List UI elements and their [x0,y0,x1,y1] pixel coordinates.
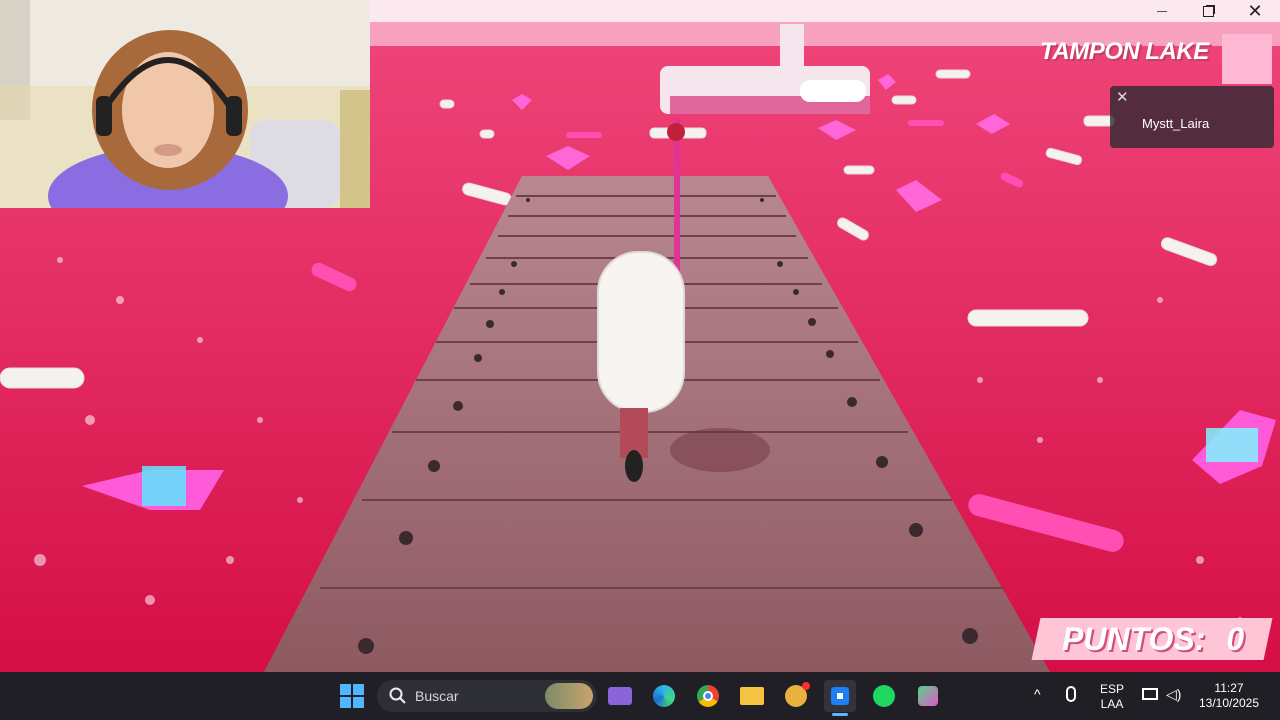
webcam-overlay [0,0,370,208]
volume-icon[interactable]: ◁) [1166,686,1181,703]
score-value: 0 [1226,621,1245,657]
start-button[interactable] [336,680,368,712]
webcam-feed [0,0,370,208]
app-grid-icon [918,686,938,706]
taskbar-search[interactable]: Buscar [377,680,597,712]
taskbar [0,672,1280,720]
clock-time: 11:27 [1214,681,1244,695]
windows-icon [340,684,364,708]
clock[interactable]: 11:27 13/10/2025 [1194,681,1264,711]
search-placeholder: Buscar [415,688,459,704]
microphone-icon[interactable] [1066,686,1076,702]
network-icon[interactable] [1142,688,1158,700]
player-notification: ✕ Mystt_Laira [1110,86,1274,148]
minimize-button[interactable] [1139,0,1185,22]
search-icon [389,687,406,704]
score-label: PUNTOS: [1062,621,1206,657]
score-display: PUNTOS: 0 [1062,618,1244,660]
search-highlight-image [545,683,593,709]
spotify-icon [873,685,895,707]
game-app-icon [785,682,810,707]
taskbar-app-other[interactable] [912,680,944,712]
active-app-indicator [832,713,848,716]
restore-button[interactable] [1185,0,1231,22]
taskbar-app-roblox[interactable] [824,680,856,712]
language-top: ESP [1099,682,1124,696]
taskbar-app-spotify[interactable] [868,680,900,712]
edge-icon [653,685,675,707]
close-button[interactable]: ✕ [1232,0,1278,22]
folder-purple-icon [608,687,632,705]
roblox-icon [831,687,849,705]
minimize-icon [1157,10,1167,12]
taskbar-app-folder[interactable] [604,680,636,712]
restore-icon [1202,5,1214,17]
clock-date: 13/10/2025 [1198,696,1260,710]
language-indicator[interactable]: ESP LAA [1096,682,1128,712]
taskbar-app-game[interactable] [780,680,812,712]
close-icon: ✕ [1247,0,1263,21]
close-notification-icon[interactable]: ✕ [1116,88,1129,106]
taskbar-app-edge[interactable] [648,680,680,712]
taskbar-app-chrome[interactable] [692,680,724,712]
location-title: TAMPON LAKE [1040,38,1209,65]
taskbar-app-explorer[interactable] [736,680,768,712]
game-viewport[interactable]: ✕ TAMPON LAKE ✕ Mystt_Laira PUNTOS: 0 [0,0,1280,672]
chevron-up-icon[interactable]: ^ [1034,686,1041,702]
notification-username: Mystt_Laira [1142,116,1210,131]
chrome-icon [697,685,719,707]
minimap-frame [1222,34,1272,84]
file-explorer-icon [740,687,764,705]
language-bottom: LAA [1100,697,1124,711]
